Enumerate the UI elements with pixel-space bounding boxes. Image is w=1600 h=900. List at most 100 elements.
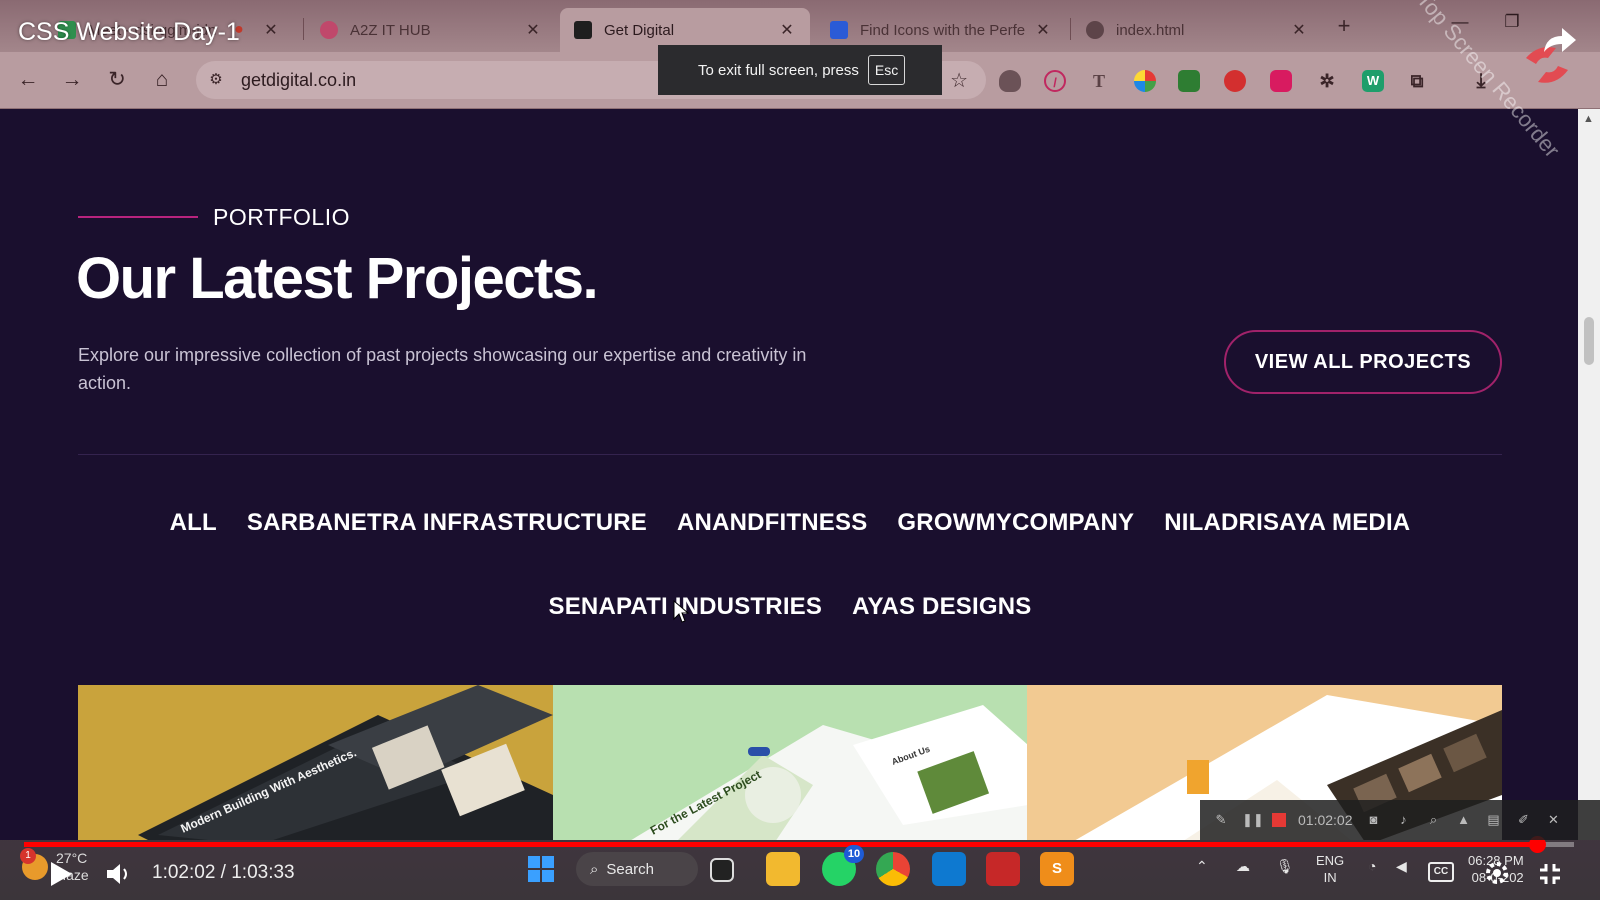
bulk-icon[interactable]	[1178, 70, 1200, 92]
site-settings-icon[interactable]: ⚙	[206, 70, 226, 90]
wifi-icon[interactable]: ◔	[1368, 858, 1376, 874]
section-description: Explore our impressive collection of pas…	[78, 345, 807, 393]
filter-growmycompany[interactable]: GROWMYCOMPANY	[897, 509, 1134, 537]
screen-recorder-icon[interactable]	[986, 852, 1020, 886]
globe-icon	[1086, 21, 1104, 39]
region-code: IN	[1323, 870, 1337, 885]
zoom-icon[interactable]: ⌕	[1425, 811, 1443, 829]
mouse-cursor-icon	[673, 600, 689, 623]
edit-icon[interactable]: ✐	[1515, 811, 1533, 829]
speaker-icon[interactable]: ◀	[1396, 858, 1407, 875]
view-all-projects-button[interactable]: VIEW ALL PROJECTS	[1224, 330, 1502, 394]
video-time: 1:02:02 / 1:03:33	[152, 862, 295, 883]
filter-row: ALL SARBANETRA INFRASTRUCTURE ANANDFITNE…	[78, 509, 1502, 537]
input-language[interactable]: ENG IN	[1316, 852, 1344, 886]
onedrive-icon[interactable]: ☁	[1236, 858, 1250, 875]
palette-icon[interactable]	[1134, 70, 1156, 92]
a2z-icon	[320, 21, 338, 39]
tab-label: A2Z IT HUB	[350, 21, 431, 39]
bell-icon[interactable]: ▲	[1455, 811, 1473, 829]
screen: Meet - dsi-qgjm-jdn ● ✕ A2Z IT HUB ✕ Get…	[0, 0, 1600, 900]
forward-button[interactable]: →	[58, 66, 86, 94]
weather-sun-icon: 1	[20, 848, 48, 880]
restore-icon[interactable]: ❐	[1498, 12, 1526, 32]
camera-icon[interactable]: ◙	[1365, 811, 1383, 829]
windows-start-icon[interactable]	[524, 852, 558, 886]
url-text: getdigital.co.in	[241, 70, 357, 90]
getdigital-icon	[574, 21, 592, 39]
website-mockup-image: For the Latest Project About Us	[631, 705, 1028, 840]
block-icon[interactable]: /	[1044, 70, 1066, 92]
puzzle-icon[interactable]: ⧉	[1406, 70, 1428, 92]
file-explorer-icon[interactable]	[766, 852, 800, 886]
play-button[interactable]	[48, 860, 74, 888]
close-icon[interactable]: ✕	[1034, 20, 1052, 40]
vscode-icon[interactable]	[932, 852, 966, 886]
chat-icon[interactable]: ▤	[1485, 811, 1503, 829]
scroll-up-icon[interactable]: ▲	[1583, 113, 1594, 125]
taskbar-search[interactable]: ⌕ Search	[576, 852, 698, 886]
shield-icon[interactable]	[999, 70, 1021, 92]
flag-icon	[830, 21, 848, 39]
section-headline: Our Latest Projects.	[76, 246, 599, 311]
microphone-icon[interactable]: 🎙	[1276, 858, 1294, 875]
filter-row: SENAPATI INDUSTRIES AYAS DESIGNS	[78, 593, 1502, 621]
filter-sarbanetra-infrastructure[interactable]: SARBANETRA INFRASTRUCTURE	[247, 509, 647, 537]
scroll-thumb[interactable]	[1584, 317, 1594, 365]
close-icon[interactable]: ✕	[778, 20, 796, 40]
video-title: CSS Website Day-1	[18, 18, 240, 46]
bookmark-star-icon[interactable]: ☆	[950, 68, 968, 93]
sublime-text-icon[interactable]: S	[1040, 852, 1074, 886]
text-icon[interactable]: T	[1088, 70, 1110, 92]
pen-icon[interactable]	[1270, 70, 1292, 92]
settings-gear-icon[interactable]	[1484, 860, 1510, 886]
record-icon[interactable]	[1224, 70, 1246, 92]
back-button[interactable]: ←	[14, 66, 42, 94]
tray-overflow-icon[interactable]: ⌃	[1196, 858, 1208, 875]
filter-all[interactable]: ALL	[170, 509, 217, 537]
filter-ayas-designs[interactable]: AYAS DESIGNS	[852, 593, 1031, 621]
recorder-toolbar: ✎ ❚❚ 01:02:02 ◙ ♪ ⌕ ▲ ▤ ✐ ✕	[1200, 800, 1600, 840]
task-view-icon[interactable]	[710, 858, 734, 882]
project-thumbnail[interactable]: Modern Building With Aesthetics.	[78, 685, 553, 840]
tab-label: index.html	[1116, 21, 1185, 39]
volume-button[interactable]	[104, 860, 132, 888]
section-eyebrow: PORTFOLIO	[213, 204, 350, 230]
esc-key-label: Esc	[867, 55, 906, 85]
pen-icon[interactable]: ✎	[1212, 811, 1230, 829]
close-icon[interactable]: ✕	[524, 20, 542, 40]
home-button[interactable]: ⌂	[148, 66, 176, 94]
mute-mic-icon[interactable]: ♪	[1395, 811, 1413, 829]
section-divider	[78, 454, 1502, 455]
video-progress-bar[interactable]	[24, 836, 1574, 853]
close-icon[interactable]: ✕	[262, 20, 280, 40]
w-icon[interactable]: W	[1362, 70, 1384, 92]
bug-icon[interactable]: ✲	[1316, 70, 1338, 92]
filter-anandfitness[interactable]: ANANDFITNESS	[677, 509, 867, 537]
share-icon[interactable]	[1540, 24, 1580, 56]
recorder-elapsed: 01:02:02	[1298, 812, 1353, 828]
captions-button[interactable]: CC	[1428, 862, 1454, 882]
chrome-icon[interactable]	[876, 852, 910, 886]
filter-niladrisaya-media[interactable]: NILADRISAYA MEDIA	[1164, 509, 1410, 537]
website-mockup-image: Modern Building With Aesthetics.	[138, 685, 553, 840]
tab-label: Get Digital	[604, 21, 675, 39]
close-icon[interactable]: ✕	[1545, 811, 1563, 829]
tab-a2z-it-hub[interactable]: A2Z IT HUB ✕	[306, 8, 556, 52]
portfolio-section: PORTFOLIO Our Latest Projects. Explore o…	[0, 109, 1578, 840]
tab-index-html[interactable]: index.html ✕	[1072, 8, 1322, 52]
fullscreen-toast: To exit full screen, press Esc	[658, 45, 942, 95]
page-scrollbar[interactable]: ▲	[1578, 109, 1600, 840]
project-filters: ALL SARBANETRA INFRASTRUCTURE ANANDFITNE…	[78, 509, 1502, 677]
exit-fullscreen-icon[interactable]	[1538, 862, 1562, 886]
search-icon: ⌕	[590, 860, 599, 878]
pause-icon[interactable]: ❚❚	[1242, 811, 1264, 829]
stop-icon[interactable]	[1272, 813, 1286, 827]
whatsapp-icon[interactable]: 10	[822, 845, 864, 886]
weather-badge: 1	[20, 848, 36, 864]
new-tab-button[interactable]: +	[1330, 12, 1358, 40]
close-icon[interactable]: ✕	[1290, 20, 1308, 40]
reload-button[interactable]: ↻	[103, 66, 131, 94]
whatsapp-badge: 10	[844, 845, 864, 863]
project-thumbnail[interactable]: For the Latest Project About Us	[552, 685, 1028, 840]
